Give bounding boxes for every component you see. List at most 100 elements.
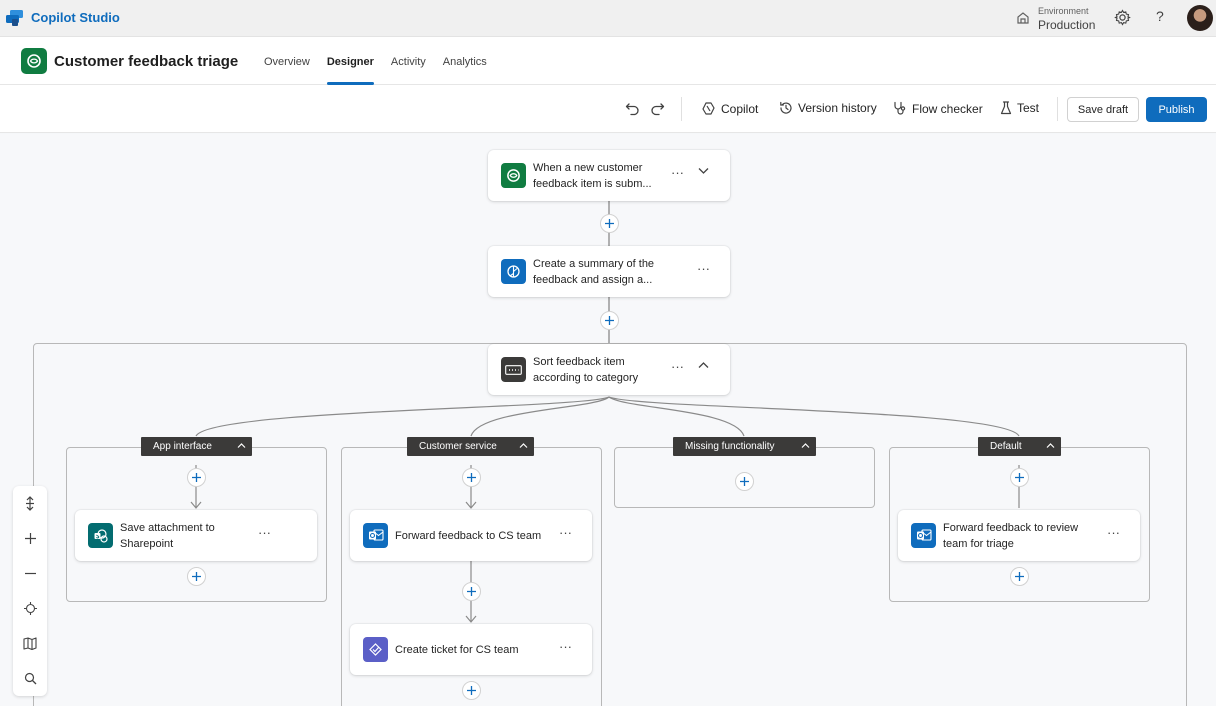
stethoscope-icon xyxy=(894,101,906,115)
minus-icon xyxy=(24,572,36,574)
vertical-arrows-icon xyxy=(26,495,34,511)
tab-analytics[interactable]: Analytics xyxy=(443,37,487,85)
toolbar-separator xyxy=(1057,97,1058,121)
tab-designer[interactable]: Designer xyxy=(326,37,375,85)
app-name[interactable]: Copilot Studio xyxy=(31,10,120,25)
save-attachment-node[interactable]: Save attachment to Sharepoint ··· xyxy=(75,510,317,561)
more-options-icon[interactable]: ··· xyxy=(697,261,710,276)
version-history-label: Version history xyxy=(798,101,877,115)
add-step-button[interactable] xyxy=(1010,468,1029,487)
plus-icon xyxy=(740,477,749,486)
flow-checker-button[interactable]: Flow checker xyxy=(893,101,983,116)
branch-label-app-interface[interactable]: App interface xyxy=(141,437,252,456)
chevron-up-icon[interactable] xyxy=(519,442,528,449)
save-draft-button[interactable]: Save draft xyxy=(1067,97,1139,122)
environment-label: Environment xyxy=(1038,6,1089,16)
fit-view-icon xyxy=(23,601,37,615)
canvas-controls xyxy=(13,486,47,696)
sharepoint-icon xyxy=(88,523,113,548)
copilot-icon xyxy=(702,102,715,115)
branch-label-missing-functionality[interactable]: Missing functionality xyxy=(673,437,816,456)
plus-icon xyxy=(1015,473,1024,482)
branch-label-customer-service[interactable]: Customer service xyxy=(407,437,534,456)
test-label: Test xyxy=(1017,101,1040,115)
branch-label-text: App interface xyxy=(153,441,212,452)
branch-label-text: Missing functionality xyxy=(685,441,775,452)
switch-icon xyxy=(501,357,526,382)
chevron-up-icon[interactable] xyxy=(237,442,246,449)
history-icon xyxy=(780,101,792,114)
flow-checker-label: Flow checker xyxy=(912,101,983,116)
branch-label-default[interactable]: Default xyxy=(978,437,1061,456)
test-button[interactable]: Test xyxy=(1000,101,1039,115)
tab-activity[interactable]: Activity xyxy=(391,37,426,85)
add-step-button[interactable] xyxy=(735,472,754,491)
user-avatar[interactable] xyxy=(1187,5,1213,31)
add-step-button[interactable] xyxy=(462,582,481,601)
search-icon xyxy=(24,672,36,684)
forward-review-title: Forward feedback to review team for tria… xyxy=(943,522,1079,550)
more-options-icon[interactable]: ··· xyxy=(559,525,572,540)
chevron-up-icon[interactable] xyxy=(1046,442,1055,449)
zoom-in-button[interactable] xyxy=(13,521,47,555)
plus-icon xyxy=(467,473,476,482)
add-step-button[interactable] xyxy=(600,214,619,233)
add-step-button[interactable] xyxy=(1010,567,1029,586)
create-ticket-title: Create ticket for CS team xyxy=(395,644,519,656)
more-options-icon[interactable]: ··· xyxy=(671,359,684,374)
trigger-node-title: When a new customer feedback item is sub… xyxy=(533,162,652,190)
agent-icon xyxy=(21,48,47,74)
outlook-icon xyxy=(911,523,936,548)
create-ticket-node[interactable]: Create ticket for CS team ··· xyxy=(350,624,592,675)
minimap-button[interactable] xyxy=(13,626,47,660)
undo-icon[interactable] xyxy=(625,101,640,116)
branch-label-text: Default xyxy=(990,441,1022,452)
summary-node[interactable]: Create a summary of the feedback and ass… xyxy=(488,246,730,297)
plus-icon xyxy=(1015,572,1024,581)
more-options-icon[interactable]: ··· xyxy=(671,165,684,180)
ai-prompt-icon xyxy=(501,259,526,284)
tab-overview[interactable]: Overview xyxy=(264,37,310,85)
designer-canvas[interactable]: When a new customer feedback item is sub… xyxy=(0,134,1216,706)
save-attachment-title: Save attachment to Sharepoint xyxy=(120,522,215,550)
plus-icon xyxy=(192,473,201,482)
environment-value: Production xyxy=(1038,18,1096,32)
plus-icon xyxy=(605,316,614,325)
zoom-out-button[interactable] xyxy=(13,556,47,590)
settings-gear-icon[interactable] xyxy=(1114,9,1131,26)
branch-label-text: Customer service xyxy=(419,441,497,452)
copilot-label: Copilot xyxy=(721,101,759,116)
beaker-icon xyxy=(1000,101,1012,115)
chevron-up-icon[interactable] xyxy=(698,361,709,369)
forward-review-node[interactable]: Forward feedback to review team for tria… xyxy=(898,510,1140,561)
designer-toolbar: Copilot Version history Flow checker Tes… xyxy=(0,85,1216,133)
add-step-button[interactable] xyxy=(187,567,206,586)
fit-height-button[interactable] xyxy=(13,486,47,520)
version-history-button[interactable]: Version history xyxy=(779,101,877,115)
more-options-icon[interactable]: ··· xyxy=(258,525,271,540)
add-step-button[interactable] xyxy=(600,311,619,330)
more-options-icon[interactable]: ··· xyxy=(559,639,572,654)
trigger-node[interactable]: When a new customer feedback item is sub… xyxy=(488,150,730,201)
more-options-icon[interactable]: ··· xyxy=(1107,525,1120,540)
help-icon[interactable]: ? xyxy=(1156,8,1164,24)
switch-node-title: Sort feedback item according to category xyxy=(533,356,639,384)
forward-cs-node[interactable]: Forward feedback to CS team ··· xyxy=(350,510,592,561)
plus-icon xyxy=(467,686,476,695)
search-button[interactable] xyxy=(13,661,47,695)
chevron-up-icon[interactable] xyxy=(801,442,810,449)
copilot-button[interactable]: Copilot xyxy=(701,101,758,116)
agent-title: Customer feedback triage xyxy=(54,53,239,70)
outlook-icon xyxy=(363,523,388,548)
publish-button[interactable]: Publish xyxy=(1146,97,1207,122)
chevron-down-icon[interactable] xyxy=(698,167,709,175)
add-step-button[interactable] xyxy=(462,681,481,700)
add-step-button[interactable] xyxy=(462,468,481,487)
copilot-studio-logo-icon xyxy=(6,10,23,26)
fit-view-button[interactable] xyxy=(13,591,47,625)
plus-icon xyxy=(605,219,614,228)
trigger-agent-icon xyxy=(501,163,526,188)
redo-icon[interactable] xyxy=(650,101,665,116)
add-step-button[interactable] xyxy=(187,468,206,487)
switch-node[interactable]: Sort feedback item according to category… xyxy=(488,344,730,395)
